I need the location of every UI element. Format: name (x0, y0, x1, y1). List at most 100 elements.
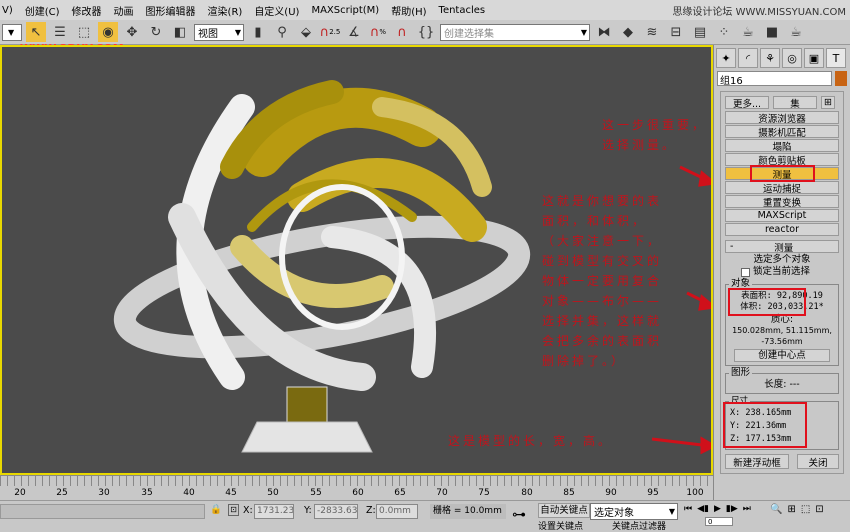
set-key-button[interactable]: 设置关键点 (538, 519, 583, 532)
move-icon[interactable]: ✥ (122, 22, 142, 42)
menu-item-help[interactable]: 帮助(H) (391, 3, 426, 18)
utility-asset-browser[interactable]: 资源浏览器 (725, 111, 839, 125)
modify-tab-icon[interactable]: ◜ (738, 48, 758, 68)
curve-editor-icon[interactable]: ⊟ (666, 22, 686, 42)
play-icon[interactable]: ▶ (714, 504, 721, 514)
menu-item-create[interactable]: 创建(C) (25, 3, 60, 18)
rotate-icon[interactable]: ↻ (146, 22, 166, 42)
ruler-tick: 20 (14, 488, 26, 498)
sets-button[interactable]: 集 (773, 96, 817, 110)
menu-item-animation[interactable]: 动画 (114, 3, 134, 18)
measure-rollout-header[interactable]: - 测量 (725, 240, 839, 254)
menu-item-modifiers[interactable]: 修改器 (72, 3, 102, 18)
snap-icon[interactable]: ∩ 2.5 (320, 22, 341, 42)
menu-item-rendering[interactable]: 渲染(R) (208, 3, 243, 18)
rendered-frame-icon[interactable]: ■ (762, 22, 782, 42)
object-name-field[interactable]: 组16 (717, 71, 832, 87)
percent-snap-icon[interactable]: ∩% (368, 22, 388, 42)
main-toolbar: ▼ ↖ ☰ ⬚ ◉ ✥ ↻ ◧ 视图 ▼ ▮ ⚲ ⬙ ∩ 2.5 ∡ ∩% ∩ {}… (0, 20, 850, 55)
utility-maxscript[interactable]: MAXScript (725, 209, 839, 222)
ruler-tick: 50 (267, 488, 279, 498)
new-floater-button[interactable]: 新建浮动框 (725, 454, 789, 469)
close-button[interactable]: 关闭 (797, 454, 839, 469)
motion-tab-icon[interactable]: ◎ (782, 48, 802, 68)
dimensions-group: 尺寸 X: 238.165mm Y: 221.36mm Z: 177.153mm (723, 395, 839, 450)
auto-key-button[interactable]: 自动关键点 (538, 503, 590, 518)
zoom-extents-all-icon[interactable]: ⊡ (815, 504, 823, 515)
absolute-mode-icon[interactable]: ⊡ (228, 504, 239, 516)
region-select-icon[interactable]: ⬚ (74, 22, 94, 42)
set-key-icon[interactable]: ⊶ (512, 507, 526, 523)
named-selection-set-input[interactable]: 创建选择集 ▼ (440, 23, 590, 41)
angle-snap-icon[interactable]: ∡ (344, 22, 364, 42)
key-mode-select[interactable]: 选定对象 ▼ (590, 503, 678, 520)
scale-icon[interactable]: ◧ (170, 22, 190, 42)
y-label: Y: (304, 505, 312, 516)
undo-dropdown[interactable]: ▼ (2, 23, 22, 41)
utility-reactor[interactable]: reactor (725, 223, 839, 236)
command-panel: ✦ ◜ ⚘ ◎ ▣ T 组16 更多... 集 ⊞ 资源浏览器 摄影机匹配 塌陷… (713, 45, 850, 500)
align-icon[interactable]: ◆ (618, 22, 638, 42)
ruler-tick: 25 (56, 488, 68, 498)
utility-collapse[interactable]: 塌陷 (725, 139, 839, 153)
playback-controls: ⏮ ◀▮ ▶ ▮▶ ⏭ (684, 504, 751, 514)
z-coordinate-field[interactable]: 0.0mm (376, 504, 418, 519)
display-tab-icon[interactable]: ▣ (804, 48, 824, 68)
go-to-end-icon[interactable]: ⏭ (743, 504, 751, 514)
keyboard-override-icon[interactable]: ⬙ (296, 22, 316, 42)
render-setup-icon[interactable]: ☕ (738, 22, 758, 42)
select-icon[interactable]: ↖ (26, 22, 46, 42)
spinner-snap-icon[interactable]: ∩ (392, 22, 412, 42)
timeline-ruler[interactable]: 20 25 30 35 40 45 50 55 60 65 70 75 80 8… (0, 475, 713, 500)
grid-size-label: 栅格 = 10.0mm (430, 504, 506, 519)
ruler-tick: 75 (478, 488, 490, 498)
y-coordinate-field[interactable]: -2833.635mm (314, 504, 358, 519)
menu-item-tentacles[interactable]: Tentacles (439, 5, 486, 16)
material-editor-icon[interactable]: ⁘ (714, 22, 734, 42)
utility-motion-capture[interactable]: 运动捕捉 (725, 181, 839, 195)
key-filters-button[interactable]: 关键点过滤器 (612, 519, 666, 532)
hierarchy-tab-icon[interactable]: ⚘ (760, 48, 780, 68)
ruler-tick: 60 (352, 488, 364, 498)
maxscript-listener[interactable] (0, 504, 205, 519)
menu-item-customize[interactable]: 自定义(U) (254, 3, 299, 18)
go-to-start-icon[interactable]: ⏮ (684, 504, 692, 514)
ruler-tick: 45 (225, 488, 237, 498)
menu-item[interactable]: V) (2, 5, 13, 16)
configure-sets-icon[interactable]: ⊞ (821, 96, 835, 109)
utility-reset-xform[interactable]: 重置变换 (725, 195, 839, 209)
lock-selection-checkbox[interactable]: 锁定当前选择 (725, 266, 839, 278)
length-value: 长度: --- (764, 379, 800, 390)
object-group: 对象 表面积: 92,890.19 体积: 203,033.21* 质心: 15… (725, 278, 839, 366)
reference-coordinate-select[interactable]: 视图 ▼ (194, 23, 244, 41)
lock-icon[interactable]: 🔒 (210, 504, 222, 515)
pivot-icon[interactable]: ▮ (248, 22, 268, 42)
object-color-swatch[interactable] (835, 71, 847, 86)
perspective-viewport[interactable]: 这一步很重要，选择测量。 这就是你想要的表面积，和体积，（大家注意一下，碰到模型… (0, 45, 713, 475)
schematic-view-icon[interactable]: ▤ (690, 22, 710, 42)
ruler-tick: 90 (605, 488, 617, 498)
create-tab-icon[interactable]: ✦ (716, 48, 736, 68)
next-frame-icon[interactable]: ▮▶ (726, 504, 738, 514)
z-label: Z: (366, 505, 376, 516)
status-bar: 🔒 ⊡ X: 1731.236mm Y: -2833.635mm Z: 0.0m… (0, 500, 850, 532)
link-icon[interactable]: ⚲ (272, 22, 292, 42)
layer-manager-icon[interactable]: ≋ (642, 22, 662, 42)
zoom-all-icon[interactable]: ⊞ (787, 504, 795, 515)
utilities-tab-icon[interactable]: T (826, 48, 846, 68)
zoom-extents-icon[interactable]: ⬚ (801, 504, 810, 515)
menu-item-graph-editors[interactable]: 图形编辑器 (146, 3, 196, 18)
window-crossing-icon[interactable]: ◉ (98, 22, 118, 42)
select-by-name-icon[interactable]: ☰ (50, 22, 70, 42)
mirror-icon[interactable]: ⧓ (594, 22, 614, 42)
utility-camera-match[interactable]: 摄影机匹配 (725, 125, 839, 139)
create-center-point-button[interactable]: 创建中心点 (734, 349, 830, 362)
zoom-icon[interactable]: 🔍 (770, 504, 782, 515)
menu-item-maxscript[interactable]: MAXScript(M) (311, 5, 379, 16)
previous-frame-icon[interactable]: ◀▮ (697, 504, 709, 514)
x-coordinate-field[interactable]: 1731.236mm (254, 504, 294, 519)
quick-render-icon[interactable]: ☕ (786, 22, 806, 42)
more-button[interactable]: 更多... (725, 96, 769, 110)
utility-measure[interactable]: 测量 (725, 165, 839, 182)
edit-named-selection-icon[interactable]: {} (416, 22, 436, 42)
